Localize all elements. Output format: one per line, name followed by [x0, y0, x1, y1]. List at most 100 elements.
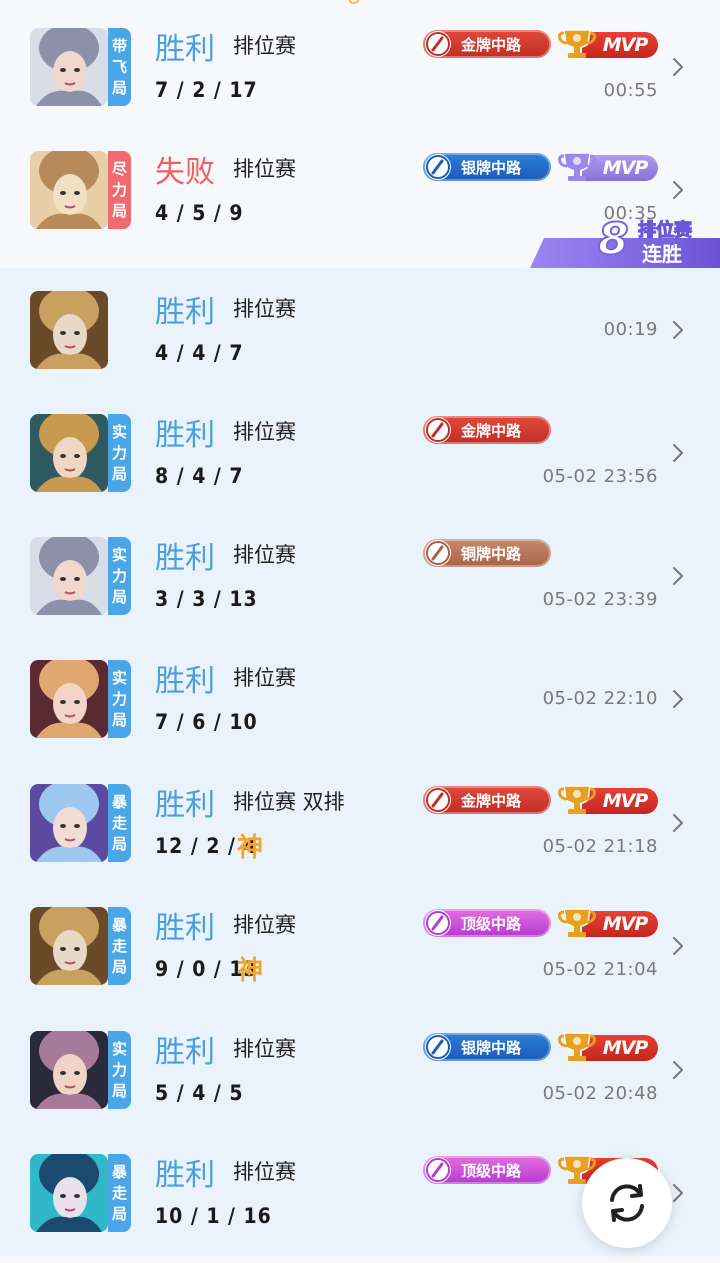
win-streak-banner: 8 排位赛 连胜	[530, 213, 720, 268]
chevron-right-icon	[670, 442, 686, 464]
mvp-badge: MVP	[558, 28, 658, 60]
match-type-tag-char: 力	[111, 1060, 127, 1079]
match-type-tag: 实力局	[108, 537, 131, 615]
hero-avatar	[30, 1031, 108, 1109]
match-row[interactable]: 胜利 排位赛 4 / 4 / 7 00:19	[0, 291, 720, 414]
match-type-tag-char: 局	[111, 834, 127, 853]
pencil-badge-icon	[425, 787, 451, 813]
match-time: 05-02 21:04	[542, 959, 658, 980]
lane-rating-label: 银牌中路	[461, 158, 522, 177]
lane-rating-badge: 银牌中路	[423, 153, 551, 181]
hero-avatar	[30, 1154, 108, 1232]
streak-label-wins: 连胜	[642, 242, 682, 266]
hero-avatar	[30, 784, 108, 862]
match-type-tag-char: 尽	[111, 159, 127, 178]
match-row[interactable]: 实力局 胜利 排位赛 7 / 6 / 10 05-02 22:10	[0, 660, 720, 783]
match-type-tag: 实力局	[108, 414, 131, 492]
trophy-icon	[558, 907, 596, 939]
pencil-badge-icon	[425, 1034, 451, 1060]
match-row[interactable]: 实力局 胜利 排位赛 8 / 4 / 7 金牌中路 05-02 23:56	[0, 414, 720, 537]
match-type-tag-char: 力	[111, 180, 127, 199]
match-row[interactable]: 带飞局 胜利 排位赛 7 / 2 / 17 金牌中路 MVP 00:55	[0, 28, 720, 151]
match-result: 失败	[155, 155, 215, 190]
trophy-icon	[558, 28, 596, 60]
mvp-badge: MVP	[558, 784, 658, 816]
match-type-tag-char: 暴	[111, 915, 127, 934]
kda-score: 7 / 6 / 10	[155, 710, 258, 734]
kda-score: 3 / 3 / 13	[155, 587, 258, 611]
chevron-right-icon	[670, 935, 686, 957]
hero-avatar	[30, 151, 108, 229]
kda-score: 10 / 1 / 16	[155, 1204, 272, 1228]
chevron-right-icon	[670, 179, 686, 201]
match-type-tag: 暴走局	[108, 1154, 131, 1232]
match-type-tag-char: 走	[111, 936, 127, 955]
lane-rating-label: 金牌中路	[461, 791, 522, 810]
match-row[interactable]: 暴走局胜利 排位赛 9 / 0 / 13 神顶级中路 MVP 05-02 21:04	[0, 907, 720, 1030]
match-type-tag-char: 力	[111, 443, 127, 462]
lane-rating-label: 金牌中路	[461, 35, 522, 54]
hero-avatar	[30, 291, 108, 369]
match-type-tag-char: 实	[111, 545, 127, 564]
kda-score: 7 / 2 / 17	[155, 78, 258, 102]
match-time: 05-02 20:48	[542, 1083, 658, 1104]
match-time: 05-02 21:18	[542, 836, 658, 857]
match-type-tag-char: 力	[111, 689, 127, 708]
chevron-right-icon	[670, 812, 686, 834]
match-type-tag-char: 局	[111, 957, 127, 976]
kda-score: 8 / 4 / 7	[155, 464, 244, 488]
lane-rating-badge: 铜牌中路	[423, 539, 551, 567]
lane-rating-badge: 顶级中路	[423, 909, 551, 937]
lane-rating-badge: 金牌中路	[423, 786, 551, 814]
match-row[interactable]: 实力局 胜利 排位赛 3 / 3 / 13 铜牌中路 05-02 23:39	[0, 537, 720, 660]
match-type-tag-char: 暴	[111, 1162, 127, 1181]
hero-portrait-armored-knight-hero	[30, 291, 108, 369]
match-type-tag-char: 局	[111, 1081, 127, 1100]
match-type-tag-char: 局	[111, 201, 127, 220]
hero-portrait-silver-hair-heroine	[30, 537, 108, 615]
lane-rating-badge: 银牌中路	[423, 1033, 551, 1061]
match-type-tag-char: 暴	[111, 792, 127, 811]
hero-portrait-silver-hair-heroine	[30, 28, 108, 106]
hero-avatar	[30, 660, 108, 738]
match-result: 胜利	[155, 295, 215, 330]
match-type-tag-char: 实	[111, 422, 127, 441]
godlike-badge: 神	[237, 956, 264, 986]
refresh-button[interactable]	[582, 1158, 672, 1248]
kda-score: 4 / 4 / 7	[155, 341, 244, 365]
hero-portrait-dark-hair-heroine	[30, 1031, 108, 1109]
match-type-tag-char: 实	[111, 668, 127, 687]
match-type-tag-char: 走	[111, 1183, 127, 1202]
match-mode: 排位赛	[233, 297, 296, 321]
hero-avatar	[30, 414, 108, 492]
mvp-badge: MVP	[558, 907, 658, 939]
chevron-right-icon	[670, 319, 686, 341]
trophy-icon	[558, 1031, 596, 1063]
lane-rating-label: 顶级中路	[461, 1161, 522, 1180]
match-type-tag-char: 局	[111, 587, 127, 606]
match-row[interactable]: 暴走局胜利 排位赛 双排 12 / 2 / 4 神金牌中路 MVP 05-02 21:18	[0, 784, 720, 907]
match-mode: 排位赛	[233, 913, 296, 937]
match-type-tag: 暴走局	[108, 907, 131, 985]
lane-rating-badge: 顶级中路	[423, 1156, 551, 1184]
match-result: 胜利	[155, 418, 215, 453]
match-mode: 排位赛	[233, 1037, 296, 1061]
match-type-tag: 实力局	[108, 660, 131, 738]
chevron-right-icon	[670, 565, 686, 587]
hero-portrait-armored-knight-hero	[30, 907, 108, 985]
trophy-icon	[558, 151, 596, 183]
match-time: 05-02 23:39	[542, 589, 658, 610]
chevron-right-icon	[670, 1182, 686, 1204]
match-mode: 排位赛	[233, 34, 296, 58]
match-type-tag-char: 力	[111, 566, 127, 585]
match-time: 05-02 22:10	[542, 688, 658, 709]
match-time: 00:55	[603, 80, 658, 101]
match-result: 胜利	[155, 1158, 215, 1193]
match-mode: 排位赛	[233, 666, 296, 690]
match-result: 胜利	[155, 911, 215, 946]
pencil-badge-icon	[425, 910, 451, 936]
mvp-badge: MVP	[558, 151, 658, 183]
pencil-badge-icon	[425, 154, 451, 180]
match-row[interactable]: 实力局 胜利 排位赛 5 / 4 / 5 银牌中路 MVP 05-02 20:48	[0, 1031, 720, 1154]
hero-portrait-cyan-hair-heroine	[30, 1154, 108, 1232]
